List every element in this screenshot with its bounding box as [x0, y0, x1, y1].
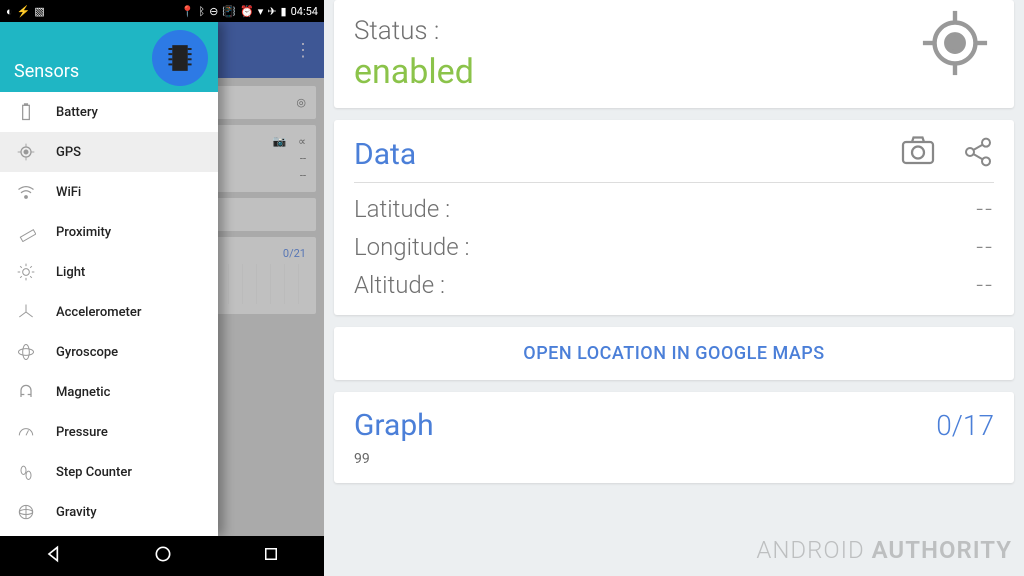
watermark: ANDROID AUTHORITY: [756, 536, 1012, 564]
phone-left-panel: ◐ ⚡ ▧ 📍 ᛒ ⊖ 📳 ⏰ ▾ ✈ ▮ 04:54 ⋮ ◎: [0, 0, 324, 576]
airplane-icon: ✈: [267, 5, 276, 18]
sidebar-item-label: Pressure: [56, 425, 108, 440]
image-icon: ▧: [34, 5, 44, 18]
share-icon[interactable]: [962, 136, 994, 172]
data-title: Data: [354, 137, 416, 172]
drawer-list: Battery GPS WiFi Proximity Light: [0, 92, 218, 536]
sidebar-item-label: Gyroscope: [56, 345, 118, 360]
open-maps-button[interactable]: OPEN LOCATION IN GOOGLE MAPS: [334, 327, 1014, 380]
magnet-icon: [16, 382, 36, 402]
data-row-altitude: Altitude : --: [354, 271, 994, 299]
sidebar-item-label: WiFi: [56, 185, 81, 200]
vibrate-icon: 📳: [222, 5, 236, 18]
sidebar-item-label: Gravity: [56, 505, 97, 520]
sidebar-item-label: GPS: [56, 145, 81, 160]
data-row-label: Altitude :: [354, 271, 445, 299]
data-row-value: --: [976, 233, 994, 261]
battery-outline-icon: [16, 102, 36, 122]
sidebar-item-label: Accelerometer: [56, 305, 141, 320]
android-nav-bar: [0, 536, 324, 576]
gps-target-icon: [920, 8, 990, 78]
sidebar-item-wifi[interactable]: WiFi: [0, 172, 218, 212]
recent-icon[interactable]: [262, 545, 280, 567]
home-icon[interactable]: [153, 544, 173, 568]
lightning-icon: ⚡: [17, 5, 31, 18]
open-maps-label: OPEN LOCATION IN GOOGLE MAPS: [354, 343, 994, 364]
overflow-icon[interactable]: ⋮: [294, 40, 312, 61]
footprint-icon: [16, 462, 36, 482]
share-icon[interactable]: ∝: [298, 135, 306, 148]
status-card: Status : enabled: [334, 0, 1014, 108]
nav-drawer: Sensors Battery GPS WiFi: [0, 22, 218, 536]
status-time: 04:54: [291, 5, 318, 18]
wifi-outline-icon: [16, 182, 36, 202]
sidebar-item-gyroscope[interactable]: Gyroscope: [0, 332, 218, 372]
data-row-longitude: Longitude : --: [354, 233, 994, 261]
graph-title: Graph: [354, 408, 434, 443]
sidebar-item-label: Battery: [56, 105, 98, 120]
sidebar-item-label: Light: [56, 265, 85, 280]
data-row-label: Longitude :: [354, 233, 470, 261]
chip-icon: [152, 30, 208, 86]
sidebar-item-label: Magnetic: [56, 385, 110, 400]
ruler-icon: [16, 222, 36, 242]
data-card: Data Latitude : -- Longitude : -- Altitu…: [334, 120, 1014, 315]
camera-icon[interactable]: 📷: [272, 135, 286, 148]
sidebar-item-proximity[interactable]: Proximity: [0, 212, 218, 252]
status-label: Status :: [354, 16, 474, 46]
sidebar-item-light[interactable]: Light: [0, 252, 218, 292]
sidebar-item-pressure[interactable]: Pressure: [0, 412, 218, 452]
gps-target-icon: ◎: [296, 96, 306, 109]
data-row-value: --: [976, 195, 994, 223]
circle-icon: ◐: [6, 5, 13, 18]
sun-icon: [16, 262, 36, 282]
battery-icon: ▮: [281, 5, 287, 18]
dnd-icon: ⊖: [209, 5, 218, 18]
sidebar-item-label: Proximity: [56, 225, 111, 240]
graph-tick-label: 99: [354, 451, 994, 467]
location-icon: 📍: [181, 5, 195, 18]
data-row-value: --: [976, 271, 994, 299]
drawer-header: Sensors: [0, 22, 218, 92]
axes-icon: [16, 302, 36, 322]
sidebar-item-linear[interactable]: Linear Acceleration: [0, 532, 218, 536]
sidebar-item-battery[interactable]: Battery: [0, 92, 218, 132]
graph-card: Graph 0/17 99: [334, 392, 1014, 483]
sidebar-item-magnetic[interactable]: Magnetic: [0, 372, 218, 412]
sidebar-item-stepcounter[interactable]: Step Counter: [0, 452, 218, 492]
sidebar-item-label: Step Counter: [56, 465, 132, 480]
gyroscope-icon: [16, 342, 36, 362]
data-row-latitude: Latitude : --: [354, 195, 994, 223]
status-value: enabled: [354, 52, 474, 92]
graph-counter: 0/17: [936, 409, 994, 442]
bluetooth-icon: ᛒ: [199, 5, 206, 18]
status-icons-left: ◐ ⚡ ▧: [6, 5, 45, 18]
gps-icon: [16, 142, 36, 162]
app-area: ⋮ ◎ 📷 ∝ -- -- MAPS 0/21: [0, 22, 324, 536]
phone-right-panel: Status : enabled Data Latitude : -- Long…: [324, 0, 1024, 576]
status-icons-right: 📍 ᛒ ⊖ 📳 ⏰ ▾ ✈ ▮ 04:54: [181, 5, 318, 18]
status-bar: ◐ ⚡ ▧ 📍 ᛒ ⊖ 📳 ⏰ ▾ ✈ ▮ 04:54: [0, 0, 324, 22]
sidebar-item-accelerometer[interactable]: Accelerometer: [0, 292, 218, 332]
sidebar-item-gravity[interactable]: Gravity: [0, 492, 218, 532]
wifi-icon: ▾: [258, 5, 264, 18]
drawer-title: Sensors: [14, 61, 79, 82]
data-row-label: Latitude :: [354, 195, 450, 223]
back-icon[interactable]: [44, 544, 64, 568]
camera-icon[interactable]: [900, 136, 936, 172]
alarm-icon: ⏰: [240, 5, 254, 18]
globe-icon: [16, 502, 36, 522]
gauge-icon: [16, 422, 36, 442]
sidebar-item-gps[interactable]: GPS: [0, 132, 218, 172]
